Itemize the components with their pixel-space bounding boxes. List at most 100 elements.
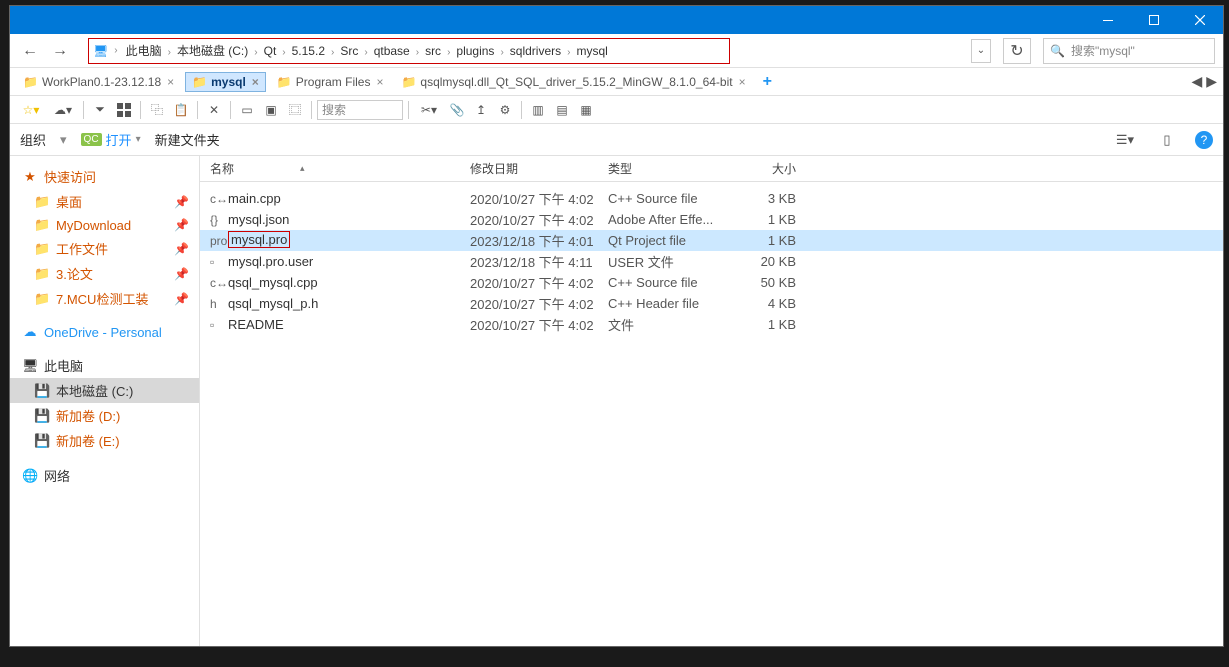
- breadcrumb-item[interactable]: 5.15.2: [288, 42, 329, 60]
- collapse-button[interactable]: ⏷: [89, 99, 111, 121]
- address-bar[interactable]: 🖥 › 此电脑›本地磁盘 (C:)›Qt›5.15.2›Src›qtbase›s…: [88, 38, 730, 64]
- back-button[interactable]: ←: [18, 39, 42, 63]
- tab[interactable]: 📁WorkPlan0.1-23.12.18×: [16, 72, 181, 92]
- close-button[interactable]: [1177, 6, 1223, 34]
- toolbar-search[interactable]: 搜索: [317, 100, 403, 120]
- file-row[interactable]: hqsql_mysql_p.h2020/10/27 下午 4:02C++ Hea…: [200, 293, 1223, 314]
- view-detail-button[interactable]: ▦: [575, 99, 597, 121]
- pin-icon: 📌: [174, 242, 189, 256]
- breadcrumb-item[interactable]: 本地磁盘 (C:): [173, 42, 252, 60]
- tab-close-icon[interactable]: ×: [739, 75, 746, 89]
- search-input[interactable]: 🔍 搜索"mysql": [1043, 38, 1215, 64]
- tab[interactable]: 📁Program Files×: [270, 72, 391, 92]
- file-icon: {}: [210, 213, 228, 227]
- cloud-icon: ☁: [22, 324, 38, 340]
- sidebar-item[interactable]: 📁工作文件📌: [10, 236, 199, 261]
- sidebar-item-label: MyDownload: [56, 218, 131, 233]
- file-size: 20 KB: [726, 254, 806, 269]
- file-manager-window: ← → 🖥 › 此电脑›本地磁盘 (C:)›Qt›5.15.2›Src›qtba…: [10, 6, 1223, 646]
- upload-button[interactable]: ↥: [470, 99, 492, 121]
- sidebar-drive-item[interactable]: 💾本地磁盘 (C:): [10, 378, 199, 403]
- file-row[interactable]: ▫README2020/10/27 下午 4:02文件1 KB: [200, 314, 1223, 335]
- file-pane: 名称▴ 修改日期 类型 大小 c↔main.cpp2020/10/27 下午 4…: [200, 156, 1223, 646]
- folder-icon: 📁: [34, 217, 50, 233]
- file-type: 文件: [608, 315, 726, 334]
- drive-icon: 💾: [34, 433, 50, 449]
- new-folder-button[interactable]: 新建文件夹: [155, 130, 220, 149]
- view-panel-button[interactable]: ▥: [527, 99, 549, 121]
- breadcrumb-item[interactable]: 此电脑: [122, 42, 166, 60]
- tab[interactable]: 📁mysql×: [185, 72, 266, 92]
- minimize-button[interactable]: [1085, 6, 1131, 34]
- windows-apps-button[interactable]: [113, 99, 135, 121]
- sidebar-item[interactable]: 📁7.MCU检测工装📌: [10, 286, 199, 311]
- sidebar-item-label: 新加卷 (D:): [56, 406, 120, 425]
- sidebar-item[interactable]: 📁3.论文📌: [10, 261, 199, 286]
- breadcrumb-item[interactable]: qtbase: [370, 42, 414, 60]
- refresh-button[interactable]: ↻: [1003, 38, 1031, 64]
- this-pc-header[interactable]: 🖥 此电脑: [10, 353, 199, 378]
- titlebar: [10, 6, 1223, 34]
- sidebar-item[interactable]: 📁桌面📌: [10, 189, 199, 214]
- file-date: 2020/10/27 下午 4:02: [470, 273, 608, 292]
- nav-forward-icon[interactable]: ▶: [1206, 73, 1217, 90]
- sidebar-item[interactable]: 📁 MyDownload 📌: [10, 214, 199, 236]
- tab-nav-buttons[interactable]: ◀ ▶: [1191, 73, 1217, 90]
- sidebar-drive-item[interactable]: 💾新加卷 (D:): [10, 403, 199, 428]
- attach-button[interactable]: 📎: [446, 99, 468, 121]
- address-dropdown[interactable]: ⌄: [971, 39, 991, 63]
- column-date[interactable]: 修改日期: [470, 160, 608, 177]
- properties-button[interactable]: ⿴: [284, 99, 306, 121]
- toolbar: ☆▾ ☁▾ ⏷ ⿻ 📋 ✕ ▭ ▣ ⿴ 搜索 ✂▾ 📎 ↥ ⚙ ▥ ▤ ▦: [10, 96, 1223, 124]
- help-button[interactable]: ?: [1195, 131, 1213, 149]
- maximize-button[interactable]: [1131, 6, 1177, 34]
- breadcrumb-item[interactable]: mysql: [572, 42, 611, 60]
- view-details-button[interactable]: ☰▾: [1111, 129, 1139, 151]
- copy-button[interactable]: ⿻: [146, 99, 168, 121]
- file-size: 4 KB: [726, 296, 806, 311]
- file-row[interactable]: c↔main.cpp2020/10/27 下午 4:02C++ Source f…: [200, 188, 1223, 209]
- file-icon: pro: [210, 234, 228, 248]
- chevron-icon: ›: [414, 47, 421, 58]
- folder-icon: 🖥: [93, 44, 108, 58]
- tab-close-icon[interactable]: ×: [252, 75, 259, 89]
- sidebar-drive-item[interactable]: 💾新加卷 (E:): [10, 428, 199, 453]
- sidebar-item-label: 本地磁盘 (C:): [56, 381, 133, 400]
- breadcrumb-item[interactable]: sqldrivers: [506, 42, 565, 60]
- file-row[interactable]: {}mysql.json2020/10/27 下午 4:02Adobe Afte…: [200, 209, 1223, 230]
- settings-button[interactable]: ⚙: [494, 99, 516, 121]
- file-row[interactable]: promysql.pro2023/12/18 下午 4:01Qt Project…: [200, 230, 1223, 251]
- tab-close-icon[interactable]: ×: [167, 75, 174, 89]
- column-size[interactable]: 大小: [726, 160, 806, 177]
- forward-button[interactable]: →: [48, 39, 72, 63]
- open-button[interactable]: QC 打开 ▾: [81, 130, 141, 149]
- paste-button[interactable]: 📋: [170, 99, 192, 121]
- breadcrumb-item[interactable]: Src: [336, 42, 362, 60]
- preview-pane-button[interactable]: ▯: [1153, 129, 1181, 151]
- onedrive-item[interactable]: ☁ OneDrive - Personal: [10, 321, 199, 343]
- delete-button[interactable]: ✕: [203, 99, 225, 121]
- breadcrumb-item[interactable]: Qt: [260, 42, 281, 60]
- view-split-button[interactable]: ▤: [551, 99, 573, 121]
- column-type[interactable]: 类型: [608, 160, 726, 177]
- breadcrumb-item[interactable]: src: [421, 42, 445, 60]
- file-row[interactable]: c↔qsql_mysql.cpp2020/10/27 下午 4:02C++ So…: [200, 272, 1223, 293]
- pin-icon: 📌: [174, 218, 189, 232]
- quick-access-header[interactable]: ★ 快速访问: [10, 164, 199, 189]
- cut-button[interactable]: ✂▾: [414, 99, 444, 121]
- file-size: 1 KB: [726, 317, 806, 332]
- file-icon: c↔: [210, 276, 228, 290]
- column-name[interactable]: 名称▴: [210, 160, 470, 177]
- nav-back-icon[interactable]: ◀: [1191, 73, 1202, 90]
- cloud-button[interactable]: ☁▾: [48, 99, 78, 121]
- terminal-button[interactable]: ▣: [260, 99, 282, 121]
- tab-close-icon[interactable]: ×: [376, 75, 383, 89]
- new-tab-button[interactable]: +: [757, 73, 778, 91]
- rename-button[interactable]: ▭: [236, 99, 258, 121]
- file-row[interactable]: ▫mysql.pro.user2023/12/18 下午 4:11USER 文件…: [200, 251, 1223, 272]
- network-item[interactable]: 🌐 网络: [10, 463, 199, 488]
- breadcrumb-item[interactable]: plugins: [452, 42, 498, 60]
- tab[interactable]: 📁qsqlmysql.dll_Qt_SQL_driver_5.15.2_MinG…: [394, 72, 752, 92]
- organize-menu[interactable]: 组织: [20, 130, 46, 149]
- favorites-button[interactable]: ☆▾: [16, 99, 46, 121]
